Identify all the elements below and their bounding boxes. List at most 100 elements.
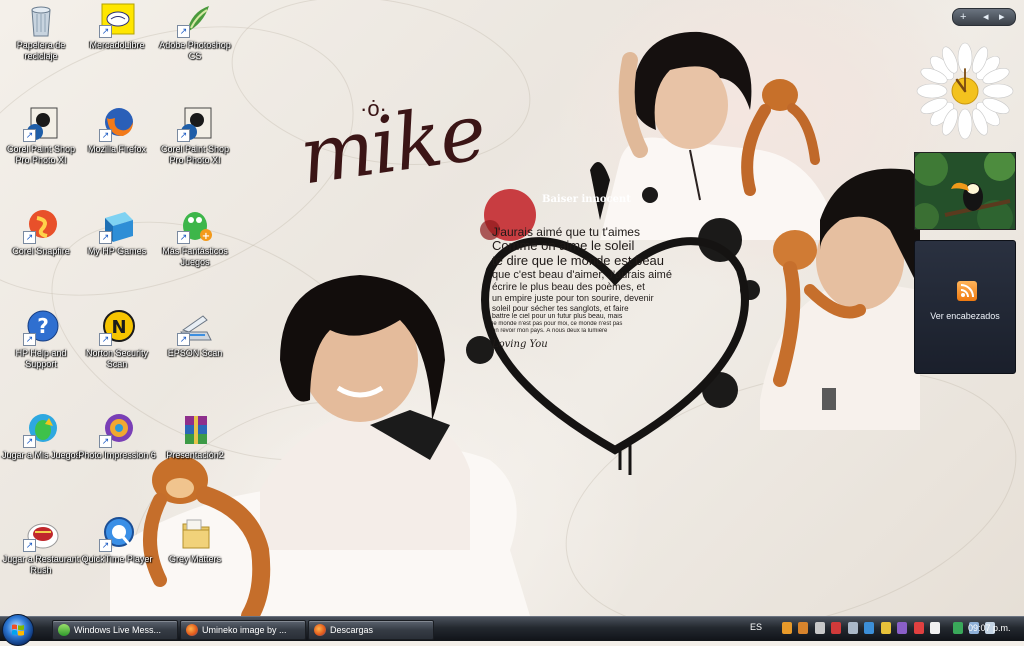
wallpaper-poem: Baiser innocent J'aurais aimé que tu t'a…	[492, 194, 732, 350]
taskbar-item-messenger[interactable]: Windows Live Mess...	[52, 620, 178, 640]
firefox-icon	[314, 623, 326, 636]
rss-feed-icon	[957, 281, 977, 301]
tray-icon[interactable]	[864, 622, 875, 634]
winrar-archive-icon	[185, 416, 207, 444]
taskbar: Windows Live Mess... Umineko image by ..…	[0, 614, 1024, 646]
desktop-icon-grey-matters[interactable]: Grey Matters	[154, 516, 236, 565]
tray-icon[interactable]	[782, 622, 792, 634]
shortcut-arrow-icon: ↗	[177, 231, 190, 244]
tray-icon[interactable]	[897, 622, 908, 634]
icon-label: Corel Snapfire	[12, 246, 70, 256]
icon-label: Grey Matters	[168, 554, 221, 564]
next-page-button[interactable]: ▸	[999, 10, 1005, 24]
tray-icon[interactable]	[880, 622, 891, 634]
msn-icon	[58, 623, 70, 636]
desktop-icon-mercadolibre[interactable]: ↗ MercadoLibre	[76, 2, 158, 51]
desktop-icon-recycle-bin[interactable]: Papelera de reciclaje	[0, 2, 82, 62]
icon-label: MercadoLibre	[89, 40, 145, 50]
svg-text:?: ?	[37, 314, 49, 338]
desktop-icon-hp-help[interactable]: ? ↗ HP Help and Support	[0, 310, 82, 370]
desktop-icon-epson-scan[interactable]: ↗ EPSON Scan	[154, 310, 236, 359]
shortcut-arrow-icon: ↗	[177, 129, 190, 142]
icon-label: Más Fantásticos Juegos	[162, 246, 228, 267]
view-headlines-link[interactable]: Ver encabezados	[915, 311, 1015, 321]
tray-icon[interactable]	[831, 622, 842, 634]
svg-text:+: +	[202, 231, 210, 242]
shortcut-arrow-icon: ↗	[23, 539, 36, 552]
icon-label: Mozilla Firefox	[87, 144, 146, 154]
icon-label: QuickTime Player	[81, 554, 153, 564]
shortcut-arrow-icon: ↗	[177, 333, 190, 346]
icon-label: Adobe Photoshop CS	[159, 40, 231, 61]
poem-line: Loving You	[492, 338, 548, 350]
shortcut-arrow-icon: ↗	[99, 129, 112, 142]
taskbar-clock[interactable]: 09:07 p.m.	[968, 623, 1011, 633]
poem-line: J'aurais aimé que tu t'aimes	[492, 225, 640, 239]
poem-line: battre le ciel pour un futur plus beau, …	[492, 312, 623, 320]
folder-icon	[182, 519, 210, 549]
desktop-icon-norton[interactable]: N ↗ Norton Security Scan	[76, 310, 158, 370]
shortcut-arrow-icon: ↗	[99, 539, 112, 552]
poem-line: te dire que le monde est beau	[492, 254, 665, 269]
taskbar-item-descargas[interactable]: Descargas	[308, 620, 434, 640]
taskbar-item-umineko[interactable]: Umineko image by ...	[180, 620, 306, 640]
icon-label: Papelera de reciclaje	[16, 40, 66, 61]
system-tray	[782, 622, 997, 636]
icon-label: HP Help and Support	[15, 348, 67, 369]
feed-headlines-gadget[interactable]: Ver encabezados	[914, 240, 1016, 374]
icon-label: Photo Impression 6	[78, 450, 156, 460]
desktop-icon-photo-impression[interactable]: ↗ Photo Impression 6	[76, 412, 158, 461]
previous-page-button[interactable]: ◂	[983, 10, 989, 24]
slideshow-gadget[interactable]	[914, 152, 1016, 230]
desktop-icon-paintshop-2[interactable]: ↗ Corel Paint Shop Pro Photo XI	[154, 106, 236, 166]
desktop-icon-photoshop[interactable]: ↗ Adobe Photoshop CS	[154, 2, 236, 62]
shortcut-arrow-icon: ↗	[23, 129, 36, 142]
start-button[interactable]	[2, 614, 34, 646]
desktop-icon-quicktime[interactable]: ↗ QuickTime Player	[76, 516, 158, 565]
desktop-icon-paintshop[interactable]: ↗ Corel Paint Shop Pro Photo XI	[0, 106, 82, 166]
toucan-photo	[915, 153, 1015, 229]
tray-icon[interactable]	[798, 622, 809, 634]
shortcut-arrow-icon: ↗	[23, 333, 36, 346]
poem-line: que c'est beau d'aimer, J'aurais aimé	[492, 269, 672, 282]
desktop-icon-play-games[interactable]: ↗ Jugar a Mis Juegos	[0, 412, 82, 461]
icon-label: Jugar a Mis Juegos	[1, 450, 81, 460]
shortcut-arrow-icon: ↗	[177, 25, 190, 38]
tray-icon[interactable]	[913, 622, 924, 634]
desktop-icon-restaurant-rush[interactable]: ↗ Jugar a Restaurant Rush	[0, 516, 82, 576]
icon-label: Presentación2	[166, 450, 224, 460]
icon-label: EPSON Scan	[167, 348, 223, 358]
shortcut-arrow-icon: ↗	[23, 231, 36, 244]
clock-gadget[interactable]	[916, 42, 1014, 140]
icon-label: Jugar a Restaurant Rush	[2, 554, 80, 575]
language-indicator[interactable]: ES	[750, 622, 762, 632]
poem-line: le monde n'est pas pour moi, ce monde n'…	[492, 320, 623, 327]
poem-line: Comme on aime le soleil	[492, 239, 635, 254]
sidebar-gadget-controls: + ◂ ▸	[952, 8, 1016, 26]
tray-icon[interactable]	[930, 622, 941, 634]
poem-line: écrire le plus beau des poèmes, et	[492, 281, 645, 293]
svg-text:N: N	[111, 317, 126, 338]
tray-icon[interactable]	[814, 622, 825, 634]
shortcut-arrow-icon: ↗	[99, 333, 112, 346]
desktop-icon-presentacion2[interactable]: Presentación2	[154, 412, 236, 461]
shortcut-arrow-icon: ↗	[99, 435, 112, 448]
poem-line: soleil pour sécher tes sanglots, et fair…	[492, 303, 629, 313]
icon-label: Norton Security Scan	[85, 348, 149, 369]
add-gadget-button[interactable]: +	[960, 10, 966, 24]
shortcut-arrow-icon: ↗	[99, 25, 112, 38]
desktop-icon-snapfire[interactable]: ↗ Corel Snapfire	[0, 208, 82, 257]
desktop-icon-firefox[interactable]: ↗ Mozilla Firefox	[76, 106, 158, 155]
windows-logo-icon	[12, 624, 24, 636]
desktop-icon-mas-juegos[interactable]: + ↗ Más Fantásticos Juegos	[154, 208, 236, 268]
shortcut-arrow-icon: ↗	[99, 231, 112, 244]
icon-label: Corel Paint Shop Pro Photo XI	[160, 144, 230, 165]
tray-icon[interactable]	[847, 622, 858, 634]
daisy-clock-icon	[916, 42, 1014, 140]
desktop-icon-hp-games[interactable]: ↗ My HP Games	[76, 208, 158, 257]
icon-label: Corel Paint Shop Pro Photo XI	[6, 144, 76, 165]
poem-line: un revoir mon pays. À nous deux la lumiè…	[492, 327, 608, 334]
shortcut-arrow-icon: ↗	[23, 435, 36, 448]
poem-line: un empire juste pour ton sourire, deveni…	[492, 293, 654, 304]
network-icon[interactable]	[952, 622, 963, 634]
